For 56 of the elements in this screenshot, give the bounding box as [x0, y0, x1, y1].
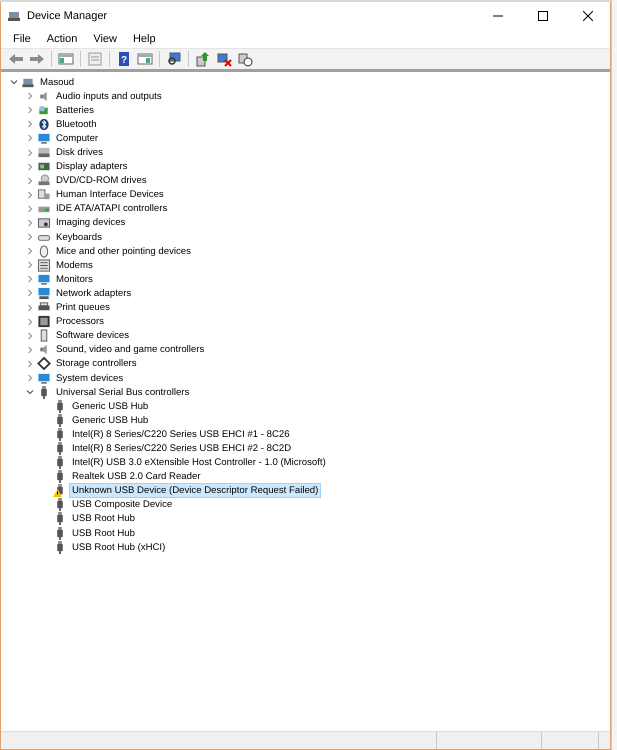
tree-item[interactable]: Print queues — [53, 300, 113, 316]
disk-drive-icon — [37, 146, 51, 160]
tree-item[interactable]: Modems — [53, 258, 96, 273]
window-title: Device Manager — [27, 10, 108, 22]
tree-item[interactable]: USB Root Hub — [69, 511, 138, 526]
monitor-icon — [37, 132, 51, 145]
tree-item[interactable]: Generic USB Hub — [69, 398, 152, 414]
device-up-arrow-icon[interactable] — [194, 50, 212, 68]
tree-item[interactable]: Bluetooth — [53, 116, 100, 132]
tree-item[interactable]: USB Root Hub (xHCI) — [69, 540, 168, 555]
menu-item[interactable]: Help — [124, 29, 164, 48]
storage-controller-icon — [37, 357, 51, 370]
network-icon — [37, 286, 51, 300]
maximize-icon — [538, 10, 548, 20]
tree-item[interactable]: Unknown USB Device (Device Descriptor Request Failed) — [69, 483, 322, 498]
tree-item[interactable]: Universal Serial Bus controllers — [53, 384, 192, 400]
tree-item[interactable]: Computer — [53, 130, 102, 146]
tree-item[interactable]: Mice and other pointing devices — [53, 244, 194, 259]
tree-item[interactable]: Sound, video and game controllers — [53, 342, 208, 358]
tree-item[interactable]: Human Interface Devices — [53, 187, 167, 202]
tree-item[interactable]: Intel(R) 8 Series/C220 Series USB EHCI #1 - 8C26 — [69, 426, 293, 442]
processor-icon — [37, 315, 51, 328]
tree-item[interactable]: Network adapters — [53, 286, 134, 301]
mouse-icon — [37, 244, 51, 258]
tree-item[interactable]: Batteries — [53, 102, 97, 118]
tree-item[interactable]: Realtek USB 2.0 Card Reader — [69, 469, 204, 484]
close-icon — [582, 10, 592, 20]
disc-drive-icon — [37, 174, 51, 188]
tree-item[interactable]: Processors — [53, 314, 107, 330]
tree-item[interactable]: Display adapters — [53, 159, 130, 174]
tree-item[interactable]: IDE ATA/ATAPI controllers — [53, 201, 170, 216]
monitor-icon — [37, 372, 51, 385]
tree-item[interactable]: USB Composite Device — [69, 497, 176, 512]
monitor-icon — [37, 272, 51, 286]
tree-item[interactable]: DVD/CD-ROM drives — [53, 173, 150, 188]
tree-item[interactable]: Keyboards — [53, 230, 105, 245]
tree-item[interactable]: USB Root Hub — [69, 526, 138, 541]
camera-icon — [37, 216, 51, 230]
tree-item[interactable]: Disk drives — [53, 145, 106, 160]
properties-icon[interactable] — [86, 50, 104, 68]
tree-item[interactable]: Software devices — [53, 328, 132, 344]
menu-item[interactable]: File — [5, 29, 39, 48]
bluetooth-icon — [37, 118, 51, 131]
tree-item[interactable]: Intel(R) 8 Series/C220 Series USB EHCI #2 - 8C2D — [69, 440, 294, 456]
tree-item[interactable]: Intel(R) USB 3.0 eXtensible Host Controller - 1.0 (Microsoft) — [69, 455, 329, 470]
menu-item[interactable]: Action — [38, 29, 86, 48]
tree-item[interactable]: Generic USB Hub — [69, 412, 152, 428]
tree-item[interactable]: System devices — [53, 370, 126, 386]
tree-item[interactable]: Storage controllers — [53, 356, 140, 372]
tree-item[interactable]: Audio inputs and outputs — [53, 88, 165, 104]
tree-item[interactable]: Imaging devices — [53, 215, 128, 230]
input-device-icon — [37, 188, 51, 202]
menu-item[interactable]: View — [85, 29, 125, 48]
tree-item[interactable]: Monitors — [53, 272, 96, 287]
tree-item[interactable]: Masoud — [37, 74, 78, 90]
modem-icon — [37, 258, 51, 272]
